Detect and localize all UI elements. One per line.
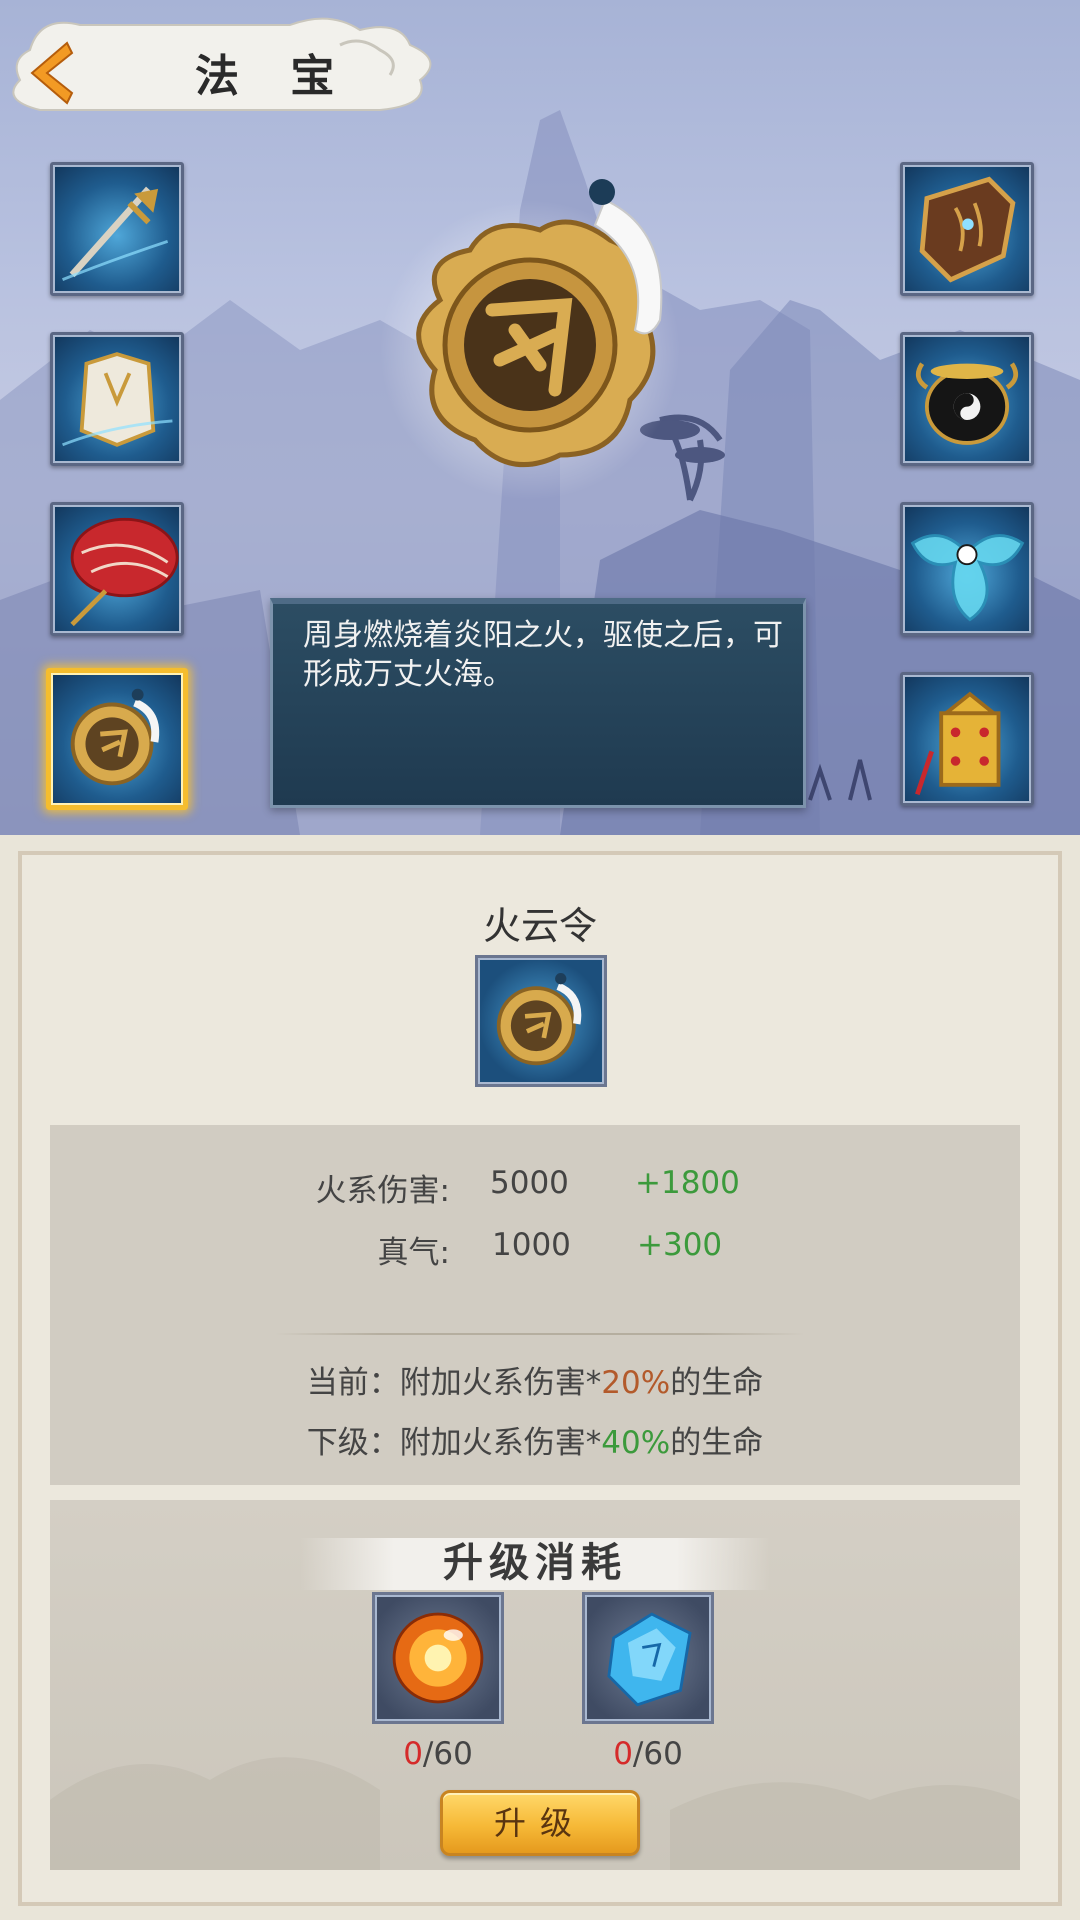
ribbon-icon bbox=[910, 534, 1025, 622]
upgrade-button[interactable]: 升级 bbox=[440, 1790, 640, 1856]
material-have: 0 bbox=[613, 1736, 633, 1772]
next-effect-percent: 40% bbox=[601, 1425, 671, 1461]
current-effect-suffix: 的生命 bbox=[670, 1365, 764, 1401]
upgrade-cost-box: 升级消耗 0/60 0/60 升级 bbox=[50, 1500, 1020, 1870]
material-slot-blue-crystal[interactable] bbox=[582, 1592, 714, 1724]
material-have: 0 bbox=[403, 1736, 423, 1772]
material-need: /60 bbox=[632, 1736, 683, 1772]
divider bbox=[275, 1333, 805, 1335]
item-icon-slot bbox=[475, 955, 607, 1087]
blue-crystal-icon bbox=[607, 1612, 692, 1707]
armor-icon bbox=[62, 352, 173, 447]
stat-row-qi: 真气: 1000 +300 bbox=[50, 1227, 1020, 1271]
artifact-scene: 法 宝 周身燃烧着炎阳之火，驱使之后，可形成万丈火海。 bbox=[0, 0, 1080, 835]
back-arrow-icon bbox=[30, 41, 74, 105]
fire-cloud-token-icon bbox=[70, 688, 160, 786]
selected-artifact-display bbox=[380, 170, 710, 500]
stat-label: 真气: bbox=[377, 1235, 450, 1271]
stats-box: 火系伤害: 5000 +1800 真气: 1000 +300 当前：附加火系伤害… bbox=[50, 1125, 1020, 1485]
next-effect-prefix: 下级：附加火系伤害* bbox=[306, 1425, 602, 1461]
artifact-description-box: 周身燃烧着炎阳之火，驱使之后，可形成万丈火海。 bbox=[270, 598, 806, 808]
page-title: 法 宝 bbox=[195, 51, 353, 102]
material-need: /60 bbox=[422, 1736, 473, 1772]
material-count-blue-crystal: 0/60 bbox=[582, 1736, 714, 1772]
upgrade-cost-title: 升级消耗 bbox=[443, 1539, 627, 1586]
artifact-slot-armor[interactable] bbox=[50, 332, 184, 466]
stat-label: 火系伤害: bbox=[315, 1173, 450, 1209]
sword-icon bbox=[62, 186, 169, 281]
artifact-slot-ribbon[interactable] bbox=[900, 502, 1034, 636]
artifact-detail-panel: 火云令 火系伤害: 5000 +1800 真气: 1000 +300 当前：附加… bbox=[0, 835, 1080, 1920]
artifact-slot-bell[interactable] bbox=[900, 672, 1034, 806]
material-count-fire-orb: 0/60 bbox=[372, 1736, 504, 1772]
artifact-slot-fire-cloud-token[interactable] bbox=[46, 668, 188, 810]
red-umbrella-icon bbox=[70, 517, 179, 627]
current-effect: 当前：附加火系伤害*20%的生命 bbox=[50, 1357, 1020, 1402]
artifact-slot-shield[interactable] bbox=[900, 162, 1034, 296]
fire-cloud-token-icon bbox=[380, 179, 680, 500]
artifact-slot-sword[interactable] bbox=[50, 162, 184, 296]
item-name: 火云令 bbox=[482, 904, 597, 948]
back-button[interactable] bbox=[22, 38, 82, 108]
current-effect-percent: 20% bbox=[601, 1365, 671, 1401]
stat-bonus: +1800 bbox=[635, 1165, 740, 1201]
fire-cloud-token-icon bbox=[496, 973, 582, 1066]
stat-row-fire-damage: 火系伤害: 5000 +1800 bbox=[50, 1165, 1020, 1209]
artifact-slot-umbrella[interactable] bbox=[50, 502, 184, 636]
stat-value: 1000 bbox=[492, 1227, 571, 1263]
stat-value: 5000 bbox=[490, 1165, 569, 1201]
artifact-slot-cauldron[interactable] bbox=[900, 332, 1034, 466]
stat-bonus: +300 bbox=[637, 1227, 723, 1263]
shield-icon bbox=[919, 176, 1016, 283]
current-effect-prefix: 当前：附加火系伤害* bbox=[306, 1365, 602, 1401]
material-slot-fire-orb[interactable] bbox=[372, 1592, 504, 1724]
next-effect-suffix: 的生命 bbox=[670, 1425, 764, 1461]
fire-orb-icon bbox=[392, 1612, 484, 1704]
artifact-description: 周身燃烧着炎阳之火，驱使之后，可形成万丈火海。 bbox=[303, 618, 783, 692]
golden-bell-icon bbox=[915, 691, 1001, 796]
yin-yang-cauldron-icon bbox=[915, 362, 1019, 445]
next-effect: 下级：附加火系伤害*40%的生命 bbox=[50, 1417, 1020, 1462]
